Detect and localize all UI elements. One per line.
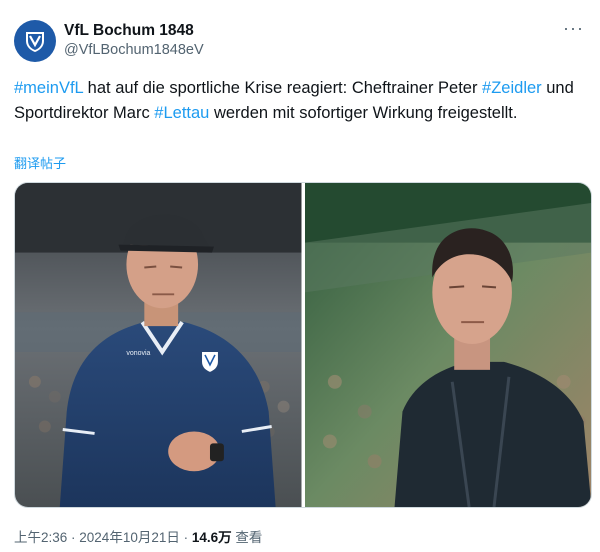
account-name[interactable]: VfL Bochum 1848	[64, 22, 194, 40]
photo-sporting-director[interactable]	[304, 183, 591, 507]
post-text: #meinVfL hat auf die sportliche Krise re…	[14, 76, 589, 126]
views-label: 查看	[231, 530, 263, 545]
vfl-bochum-crest-icon	[26, 32, 44, 52]
post-time[interactable]: 上午2:36	[14, 530, 67, 545]
more-options-icon[interactable]: ···	[563, 18, 584, 39]
translate-post-link[interactable]: 翻译帖子	[14, 153, 66, 172]
post-meta: 上午2:36 · 2024年10月21日 · 14.6万 查看	[14, 526, 262, 546]
media-grid: vonovia	[14, 182, 592, 508]
photo-head-coach[interactable]: vonovia	[15, 183, 302, 507]
account-handle[interactable]: @VfLBochum1848eV	[64, 42, 204, 58]
head-coach-image: vonovia	[15, 183, 302, 507]
hashtag-zeidler[interactable]: #Zeidler	[482, 79, 542, 97]
meta-separator: ·	[67, 530, 80, 545]
shirt-sponsor-text: vonovia	[126, 350, 150, 357]
tweet-card[interactable]: VfL Bochum 1848 @VfLBochum1848eV ··· #me…	[0, 0, 600, 552]
sporting-director-image	[304, 183, 591, 507]
hashtag-meinvfl[interactable]: #meinVfL	[14, 79, 83, 97]
post-text-segment-3: werden mit sofortiger Wirkung freigestel…	[209, 104, 518, 122]
avatar[interactable]	[14, 20, 56, 62]
post-text-segment-1: hat auf die sportliche Krise reagiert: C…	[83, 79, 483, 97]
views-count: 14.6万	[191, 530, 232, 545]
post-date[interactable]: 2024年10月21日	[79, 530, 180, 545]
hashtag-lettau[interactable]: #Lettau	[154, 104, 209, 122]
meta-separator: ·	[179, 530, 192, 545]
